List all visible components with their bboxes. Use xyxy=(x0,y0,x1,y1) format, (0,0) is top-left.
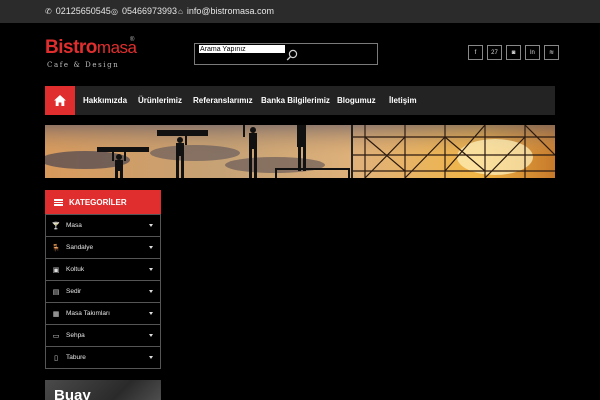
promo-text: Buay xyxy=(54,387,91,400)
registered-mark: ® xyxy=(130,37,135,43)
category-label: Masa Takımları xyxy=(66,310,110,317)
category-label: Tabure xyxy=(66,354,86,361)
category-list: 🍸 Masa 🪑 Sandalye ▣ Koltuk ▤ Sedir ▦ Mas… xyxy=(45,214,161,369)
hamburger-icon xyxy=(54,198,63,206)
category-label: Masa xyxy=(66,222,82,229)
category-item-masa-takimlari[interactable]: ▦ Masa Takımları xyxy=(46,302,160,324)
email-contact[interactable]: ⌂ info@bistromasa.com xyxy=(178,6,274,16)
category-label: Sehpa xyxy=(66,332,85,339)
home-small-icon: ⌂ xyxy=(178,6,183,16)
rss-button[interactable]: ≋ xyxy=(544,45,559,60)
rss-icon: ≋ xyxy=(548,50,555,56)
chevron-down-icon[interactable] xyxy=(149,312,153,315)
home-icon xyxy=(54,95,66,106)
chevron-down-icon[interactable] xyxy=(149,268,153,271)
chevron-down-icon[interactable] xyxy=(149,246,153,249)
whatsapp-contact[interactable]: ◎ 05466973993 xyxy=(111,6,177,16)
nav-item-urunlerimiz[interactable]: Ürünlerimiz xyxy=(138,96,182,105)
search-icon xyxy=(286,49,298,61)
cocktail-icon: 🍸 xyxy=(51,222,61,230)
phone-icon: ✆ xyxy=(45,6,52,16)
chevron-down-icon[interactable] xyxy=(149,224,153,227)
nav-item-referanslarimiz[interactable]: Referanslarımız xyxy=(193,96,253,105)
table-set-icon: ▦ xyxy=(52,310,60,318)
nav-item-banka-bilgilerimiz[interactable]: Banka Bilgilerimiz xyxy=(261,96,330,105)
category-sidebar: KATEGORİLER 🍸 Masa 🪑 Sandalye ▣ Koltuk ▤… xyxy=(45,190,161,369)
promo-banner[interactable]: Buay xyxy=(45,380,161,400)
category-item-sandalye[interactable]: 🪑 Sandalye xyxy=(46,236,160,258)
category-item-tabure[interactable]: ▯ Tabure xyxy=(46,346,160,368)
home-button[interactable] xyxy=(45,86,75,115)
nav-item-iletisim[interactable]: İletişim xyxy=(389,96,417,105)
chevron-down-icon[interactable] xyxy=(149,356,153,359)
chair-icon: 🪑 xyxy=(51,244,61,252)
phone-number: 02125650545 xyxy=(55,6,111,16)
logo-wordmark: Bistromasa xyxy=(45,37,137,58)
armchair-icon: ▣ xyxy=(52,266,60,274)
linkedin-icon: ln xyxy=(530,49,535,56)
hero-banner[interactable] xyxy=(45,125,555,178)
search-button[interactable] xyxy=(285,48,299,62)
phone-contact[interactable]: ✆ 02125650545 xyxy=(45,6,111,16)
coffee-table-icon: ▭ xyxy=(52,332,60,340)
chevron-down-icon[interactable] xyxy=(149,290,153,293)
category-item-sehpa[interactable]: ▭ Sehpa xyxy=(46,324,160,346)
nav-item-hakkimizda[interactable]: Hakkımızda xyxy=(83,96,127,105)
whatsapp-icon: ◎ xyxy=(111,6,118,16)
category-label: Sandalye xyxy=(66,244,94,251)
instagram-icon: ◙ xyxy=(511,49,516,56)
search-box xyxy=(194,43,378,65)
whatsapp-number: 05466973993 xyxy=(121,6,178,16)
category-header[interactable]: KATEGORİLER xyxy=(45,190,161,214)
facebook-button[interactable]: f xyxy=(468,45,483,60)
category-title: KATEGORİLER xyxy=(69,197,127,207)
main-navigation: Hakkımızda Ürünlerimiz Referanslarımız B… xyxy=(45,86,555,115)
banner-image xyxy=(45,125,555,178)
calendar-button[interactable]: 27 xyxy=(487,45,502,60)
logo-tagline: Cafe & Design xyxy=(47,61,120,69)
calendar-icon: 27 xyxy=(491,49,498,56)
stool-icon: ▯ xyxy=(54,354,58,362)
category-item-koltuk[interactable]: ▣ Koltuk xyxy=(46,258,160,280)
category-item-sedir[interactable]: ▤ Sedir xyxy=(46,280,160,302)
category-label: Sedir xyxy=(66,288,82,295)
category-label: Koltuk xyxy=(66,266,85,273)
top-contact-bar: ✆ 02125650545 ◎ 05466973993 ⌂ info@bistr… xyxy=(0,0,600,23)
nav-item-blogumuz[interactable]: Blogumuz xyxy=(337,96,376,105)
facebook-icon: f xyxy=(474,49,477,56)
chevron-down-icon[interactable] xyxy=(149,334,153,337)
sofa-icon: ▤ xyxy=(52,288,60,296)
email-address: info@bistromasa.com xyxy=(186,6,275,16)
linkedin-button[interactable]: ln xyxy=(525,45,540,60)
search-input[interactable] xyxy=(199,45,285,53)
site-logo[interactable]: Bistromasa ® Cafe & Design xyxy=(45,37,140,72)
category-item-masa[interactable]: 🍸 Masa xyxy=(46,214,160,236)
instagram-button[interactable]: ◙ xyxy=(506,45,521,60)
social-links: f 27 ◙ ln ≋ xyxy=(468,45,563,60)
